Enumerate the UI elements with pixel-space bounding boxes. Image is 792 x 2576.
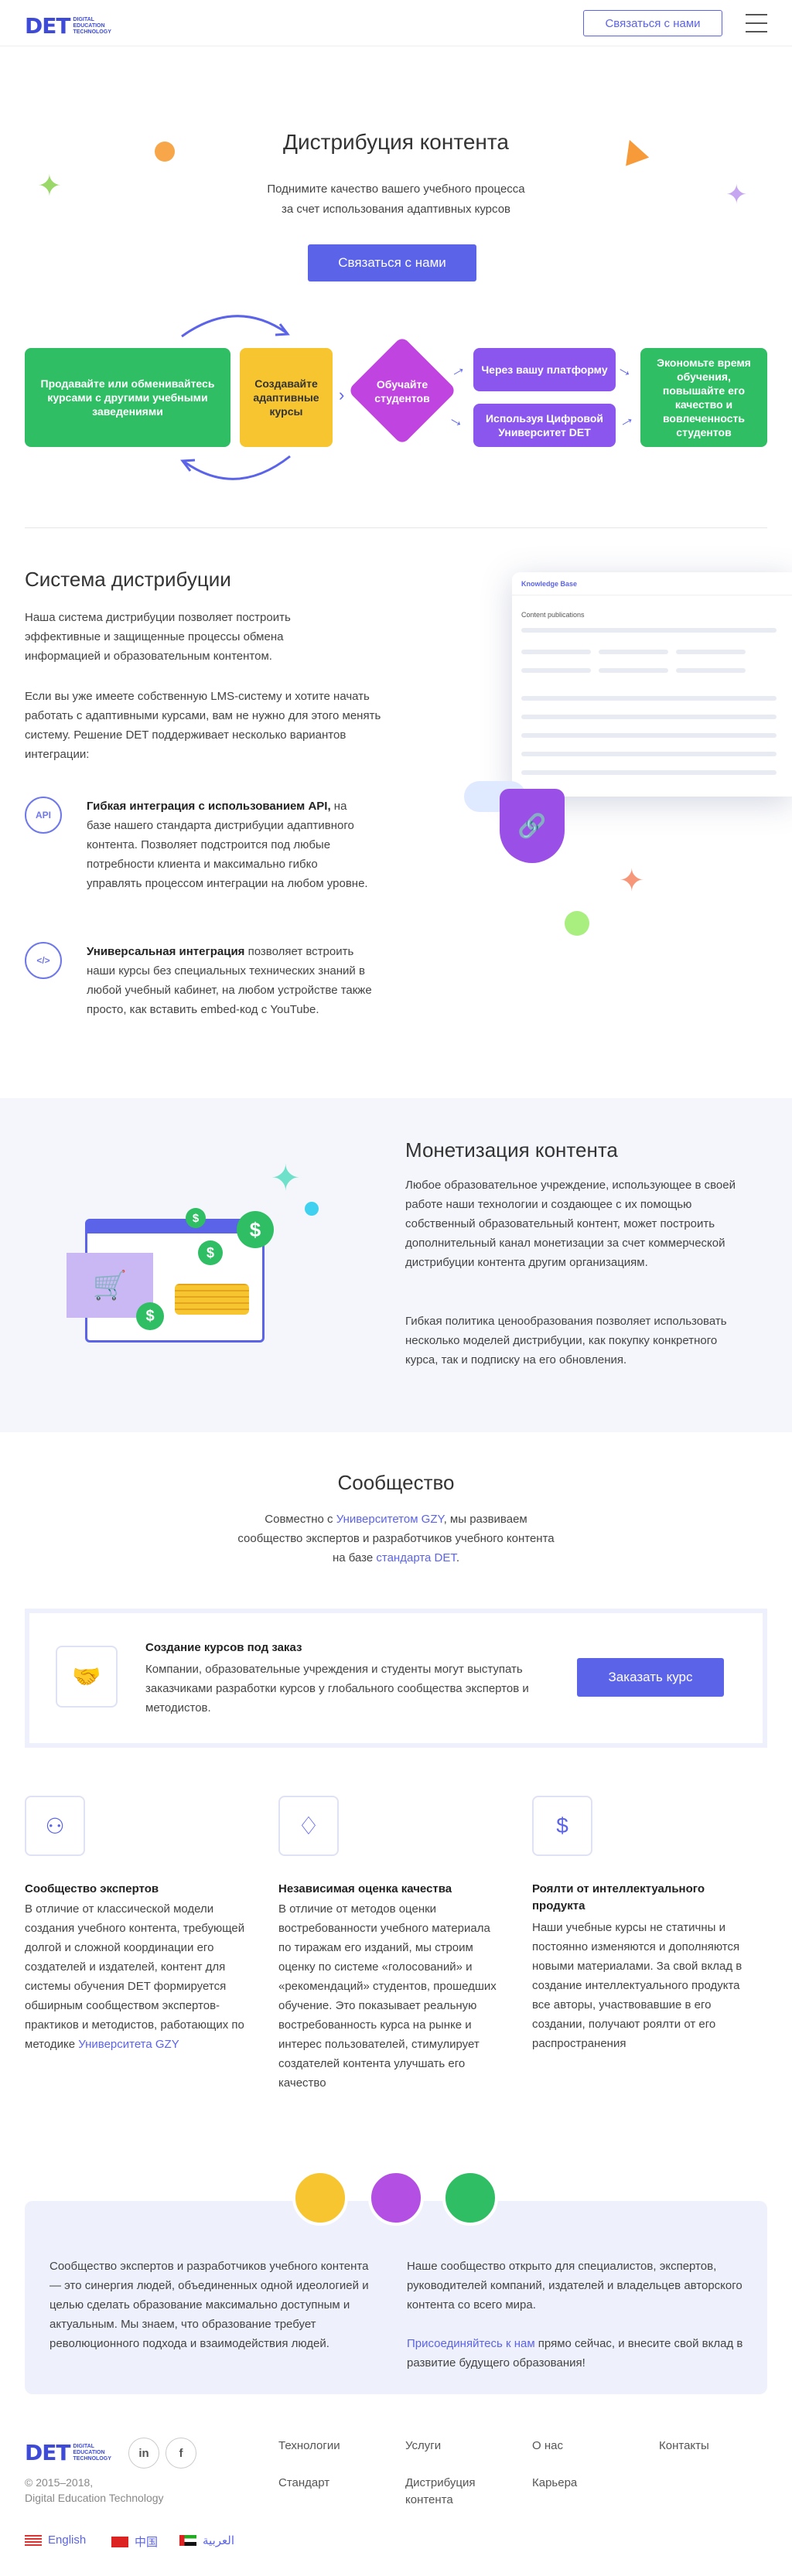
flag-ae-icon [179, 2535, 196, 2546]
cycle-arrow-bottom [180, 455, 291, 480]
join-text-right: Наше сообщество открыто для специалистов… [407, 2260, 742, 2312]
footer-link-standard[interactable]: Стандарт [278, 2475, 329, 2492]
flow-box-create: Создавайте адаптивные курсы [240, 348, 333, 447]
custom-course-card: 🤝 Создание курсов под заказ Компании, об… [25, 1609, 767, 1748]
handshake-icon: 🤝 [56, 1646, 118, 1708]
royalty-icon: $ [532, 1796, 592, 1856]
join-text-left: Сообщество экспертов и разработчиков уче… [50, 2260, 369, 2350]
distribution-text-2: Если вы уже имеете собственную LMS-систе… [25, 690, 381, 761]
custom-course-text: Компании, образовательные учреждения и с… [145, 1663, 529, 1714]
sparkle-icon: ✦ [619, 864, 645, 898]
join-link[interactable]: Присоединяйтесь к нам [407, 2337, 535, 2350]
contact-button-hero[interactable]: Связаться с нами [308, 244, 476, 281]
gzy-university-link[interactable]: Университета GZY [78, 2038, 179, 2051]
api-icon: API [25, 797, 62, 834]
universal-integration-text: Универсальная интеграция позволяет встро… [87, 945, 372, 1016]
dollar-icon: $ [198, 1240, 223, 1265]
distribution-title: Система дистрибуции [25, 568, 231, 591]
flow-box-platform: Через вашу платформу [473, 348, 616, 391]
link-shield-icon: 🔗 [500, 789, 565, 863]
monetization-title: Монетизация контента [405, 1138, 618, 1162]
divider [25, 527, 767, 528]
flag-cn-icon [111, 2536, 128, 2547]
monetization-text-1: Любое образовательное учреждение, исполь… [405, 1179, 736, 1269]
footer-link-services[interactable]: Услуги [405, 2438, 441, 2455]
flag-us-icon [25, 2534, 42, 2546]
royalty-title: Роялти от интеллектуального продукта [532, 1882, 705, 1912]
experts-title: Сообщество экспертов [25, 1882, 159, 1895]
platform-screenshot: Knowledge Base Content publications [512, 572, 792, 797]
flow-diamond-label: Обучайте студентов [374, 378, 430, 404]
arrow-icon: → [613, 357, 639, 382]
facebook-icon[interactable]: f [166, 2438, 196, 2469]
api-integration-text: Гибкая интеграция с использованием API, … [87, 800, 368, 890]
flow-box-det: Используя Цифровой Университет DET [473, 404, 616, 447]
lang-arabic[interactable]: العربية [179, 2533, 234, 2547]
cycle-arrow-top [181, 315, 290, 338]
dot-decoration [565, 911, 589, 936]
monetization-text-2: Гибкая политика ценообразования позволяе… [405, 1315, 727, 1366]
arrow-icon: → [613, 407, 638, 432]
royalty-text: Наши учебные курсы не статичны и постоян… [532, 1921, 742, 2050]
copyright: © 2015–2018, Digital Education Technology [25, 2476, 164, 2504]
dot-decoration [305, 1202, 319, 1216]
quality-title: Независимая оценка качества [278, 1882, 452, 1895]
coins-illustration [175, 1284, 249, 1315]
community-title: Сообщество [337, 1471, 455, 1494]
community-intro: Совместно с Университетом GZY, мы развив… [237, 1513, 555, 1564]
linkedin-icon[interactable]: in [128, 2438, 159, 2469]
footer-link-contacts[interactable]: Контакты [659, 2438, 709, 2455]
footer-logo[interactable]: DET DIGITAL EDUCATION TECHNOLOGY [25, 2440, 111, 2465]
gzy-university-link[interactable]: Университетом GZY [336, 1513, 444, 1526]
experts-icon: ⚇ [25, 1796, 85, 1856]
footer-link-career[interactable]: Карьера [532, 2475, 577, 2492]
footer-link-tech[interactable]: Технологии [278, 2438, 340, 2455]
footer-link-distribution[interactable]: Дистрибуция контента [405, 2475, 498, 2509]
dollar-icon: $ [237, 1211, 274, 1248]
diamond-icon: ♢ [278, 1796, 339, 1856]
lang-chinese[interactable]: 中国 [111, 2533, 158, 2550]
arrow-icon: → [445, 407, 470, 432]
join-cta-text: Присоединяйтесь к нам прямо сейчас, и вн… [407, 2337, 743, 2370]
arrow-icon: → [444, 357, 469, 382]
custom-course-title: Создание курсов под заказ [145, 1641, 302, 1654]
avatar [292, 2170, 348, 2226]
avatar [368, 2170, 424, 2226]
arrow-icon: › [339, 385, 345, 404]
experts-text: В отличие от классической модели создани… [25, 1902, 245, 2051]
logo[interactable]: DET DIGITAL EDUCATION TECHNOLOGY [25, 13, 111, 39]
quality-text: В отличие от методов оценки востребованн… [278, 1902, 497, 2090]
hero-subtitle: Поднимите качество вашего учебного проце… [267, 183, 525, 216]
lang-english[interactable]: English [25, 2533, 86, 2547]
det-standard-link[interactable]: стандарта DET [376, 1551, 456, 1564]
contact-button-header[interactable]: Связаться с нами [583, 10, 722, 36]
flow-box-exchange: Продавайте или обменивайтесь курсами с д… [25, 348, 230, 447]
avatar [442, 2170, 498, 2226]
menu-icon[interactable] [746, 14, 767, 32]
sparkle-icon: ✦ [271, 1158, 301, 1198]
logo-subtitle: DIGITAL EDUCATION TECHNOLOGY [73, 16, 111, 35]
page-title: Дистрибуция контента [283, 130, 509, 154]
flow-box-result: Экономьте время обучения, повышайте его … [640, 348, 767, 447]
site-header: DET DIGITAL EDUCATION TECHNOLOGY Связаться… [0, 0, 792, 46]
mock-heading: Content publications [521, 611, 585, 619]
footer-link-about[interactable]: О нас [532, 2438, 563, 2455]
dollar-icon: $ [136, 1302, 164, 1330]
dollar-icon: $ [186, 1208, 206, 1228]
embed-code-icon: </> [25, 942, 62, 979]
logo-mark: DET [25, 13, 70, 39]
order-course-button[interactable]: Заказать курс [577, 1658, 724, 1697]
distribution-text-1: Наша система дистрибуции позволяет постр… [25, 611, 291, 663]
